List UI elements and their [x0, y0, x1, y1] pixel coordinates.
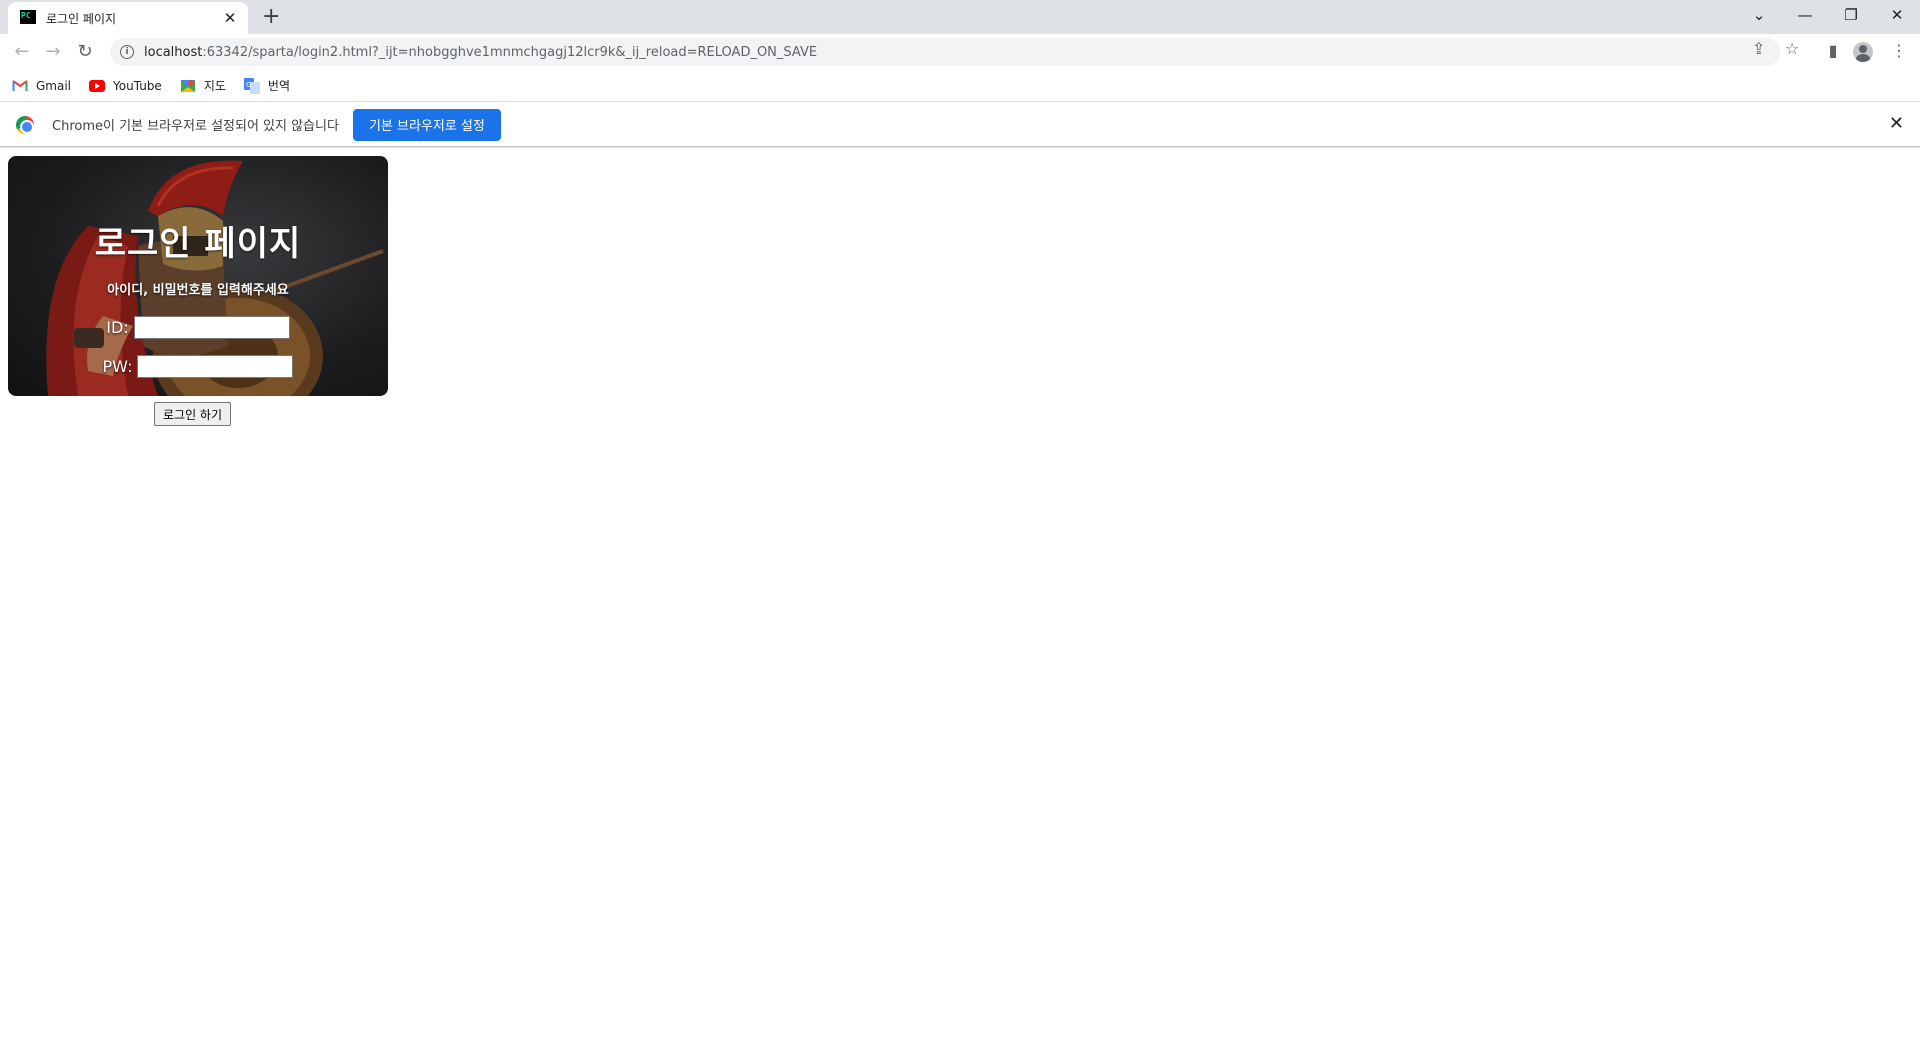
translate-icon: G — [243, 77, 260, 94]
id-input[interactable] — [133, 316, 290, 339]
forward-arrow-icon[interactable]: → — [41, 40, 65, 64]
address-bar[interactable]: i localhost:63342/sparta/login2.html?_ij… — [110, 38, 1780, 66]
new-tab-icon[interactable]: + — [262, 5, 280, 29]
site-info-icon[interactable]: i — [120, 45, 134, 59]
tab-search-chevron-icon[interactable]: ⌄ — [1736, 4, 1782, 26]
tab-title: 로그인 페이지 — [46, 11, 117, 26]
login-title: 로그인 페이지 — [94, 224, 302, 264]
browser-toolbar: ← → ↻ i localhost:63342/sparta/login2.ht… — [0, 34, 1920, 70]
login-card: 로그인 페이지 아이디, 비밀번호를 입력해주세요 ID: PW: — [8, 156, 388, 396]
bookmark-star-icon[interactable]: ☆ — [1785, 39, 1799, 58]
pw-row: PW: — [103, 355, 294, 378]
window-close-icon[interactable]: ✕ — [1874, 4, 1920, 26]
tab-strip: PC 로그인 페이지 ✕ + ⌄ — ❐ ✕ — [0, 0, 1920, 34]
pw-input[interactable] — [137, 355, 294, 378]
youtube-icon — [89, 78, 106, 94]
bookmark-youtube[interactable]: YouTube — [89, 78, 162, 94]
infobar-message: Chrome이 기본 브라우저로 설정되어 있지 않습니다 — [52, 119, 339, 134]
back-arrow-icon[interactable]: ← — [10, 40, 34, 64]
pycharm-favicon-icon: PC — [20, 10, 36, 26]
url-text[interactable]: localhost:63342/sparta/login2.html?_ijt=… — [144, 45, 817, 60]
login-form: 로그인 페이지 아이디, 비밀번호를 입력해주세요 ID: PW: — [8, 156, 388, 396]
menu-kebab-icon[interactable]: ⋮ — [1888, 41, 1910, 60]
default-browser-infobar: Chrome이 기본 브라우저로 설정되어 있지 않습니다 기본 브라우저로 설… — [0, 103, 1920, 147]
side-panel-icon[interactable]: ▮ — [1822, 41, 1844, 60]
set-default-browser-button[interactable]: 기본 브라우저로 설정 — [352, 108, 501, 141]
gmail-icon — [12, 78, 28, 94]
bookmark-maps[interactable]: 지도 — [180, 77, 226, 94]
id-label: ID: — [106, 318, 129, 337]
share-icon[interactable]: ⇪ — [1752, 39, 1765, 58]
restore-icon[interactable]: ❐ — [1828, 4, 1874, 26]
id-row: ID: — [106, 316, 290, 339]
browser-tab[interactable]: PC 로그인 페이지 ✕ — [8, 2, 248, 34]
svg-text:G: G — [246, 81, 251, 89]
infobar-close-icon[interactable]: ✕ — [1889, 113, 1904, 134]
pw-label: PW: — [102, 357, 133, 376]
tab-close-icon[interactable]: ✕ — [222, 9, 238, 27]
bookmark-gmail[interactable]: Gmail — [12, 78, 71, 94]
reload-icon[interactable]: ↻ — [73, 40, 97, 64]
minimize-icon[interactable]: — — [1782, 4, 1828, 26]
chrome-logo-icon — [16, 115, 34, 134]
bookmark-translate[interactable]: G 번역 — [243, 77, 290, 94]
login-subtitle: 아이디, 비밀번호를 입력해주세요 — [107, 283, 289, 298]
profile-avatar-icon[interactable] — [1853, 42, 1873, 62]
page-content: 로그인 페이지 아이디, 비밀번호를 입력해주세요 ID: PW: 로그인 하기 — [0, 148, 1920, 1040]
bookmarks-bar: Gmail YouTube 지도 G 번역 — [0, 70, 1920, 102]
login-button[interactable]: 로그인 하기 — [154, 402, 232, 426]
maps-icon — [180, 78, 196, 94]
